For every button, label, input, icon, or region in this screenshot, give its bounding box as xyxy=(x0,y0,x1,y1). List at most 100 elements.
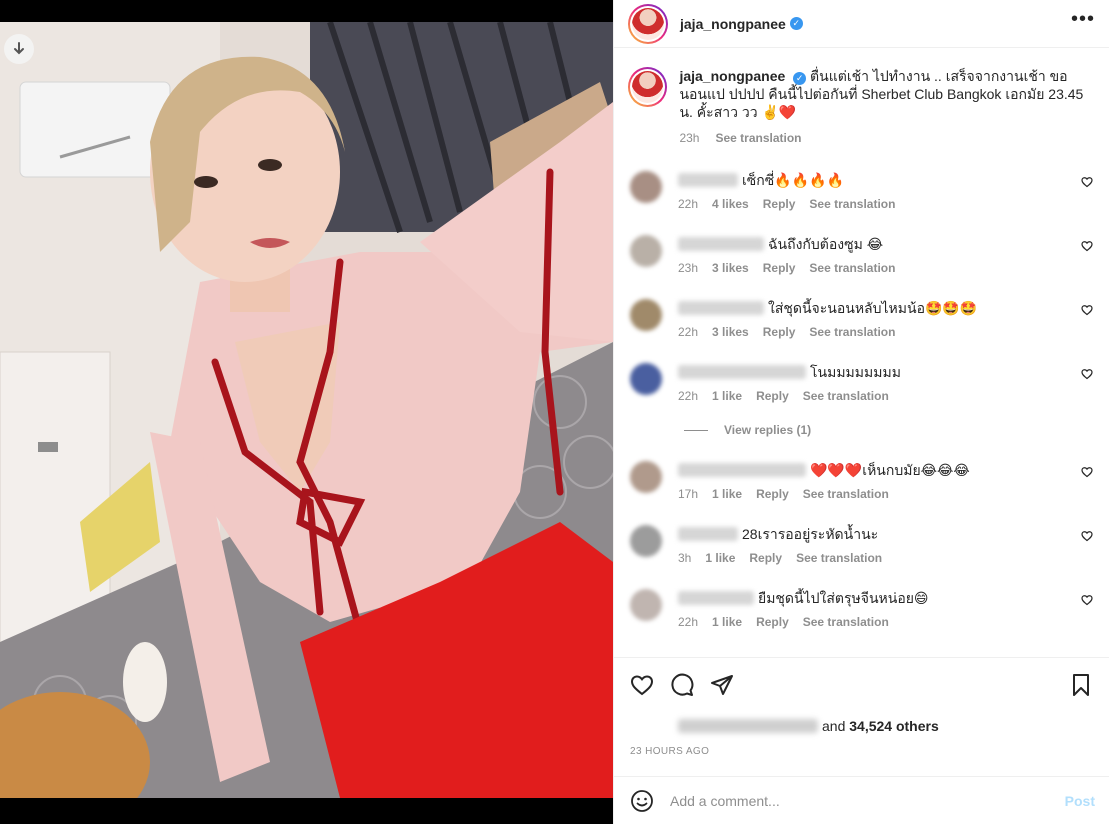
reply-button[interactable]: Reply xyxy=(756,615,789,629)
comment-likes[interactable]: 1 like xyxy=(712,389,742,403)
view-replies-link[interactable]: View replies (1) xyxy=(684,423,1093,437)
reply-button[interactable]: Reply xyxy=(749,551,782,565)
see-translation-link[interactable]: See translation xyxy=(715,129,801,147)
comment-like-heart-icon[interactable] xyxy=(1081,529,1093,545)
comment-username-blurred[interactable] xyxy=(678,463,806,477)
reply-button[interactable]: Reply xyxy=(756,487,789,501)
comment-username-blurred[interactable] xyxy=(678,527,738,541)
comment-username-blurred[interactable] xyxy=(678,365,806,379)
likes-summary[interactable]: and 34,524 others xyxy=(630,716,1093,736)
reply-button[interactable]: Reply xyxy=(763,197,796,211)
comment-likes[interactable]: 1 like xyxy=(705,551,735,565)
comment-text: ยืมชุดนี้ไปใส่ตรุษจีนหน่อย😄 xyxy=(758,590,929,606)
like-heart-icon[interactable] xyxy=(630,673,654,697)
comment-item: ยืมชุดนี้ไปใส่ตรุษจีนหน่อย😄 22h 1 like R… xyxy=(628,573,1093,629)
reply-button[interactable]: Reply xyxy=(756,389,789,403)
comment-text: 28เรารออยู่ระหัดน้ำนะ xyxy=(742,526,879,542)
comment-username-blurred[interactable] xyxy=(678,301,764,315)
comment-likes[interactable]: 3 likes xyxy=(712,261,749,275)
see-translation-link[interactable]: See translation xyxy=(803,615,889,629)
verified-badge-icon: ✓ xyxy=(793,71,807,85)
comment-text: ใส่ชุดนี้จะนอนหลับไหมน้อ🤩🤩🤩 xyxy=(768,300,978,316)
comment-time: 3h xyxy=(678,551,692,565)
comment-text: โนมมมมมมมม xyxy=(810,364,901,380)
see-translation-link[interactable]: See translation xyxy=(809,325,895,339)
comment-avatar[interactable] xyxy=(630,363,662,395)
comment-input[interactable] xyxy=(670,792,1065,809)
comment-avatar[interactable] xyxy=(630,171,662,203)
view-replies-label[interactable]: View replies (1) xyxy=(724,423,811,437)
comment-likes[interactable]: 1 like xyxy=(712,615,742,629)
photo-illustration xyxy=(0,22,613,798)
save-bookmark-icon[interactable] xyxy=(1069,673,1093,697)
comment-like-heart-icon[interactable] xyxy=(1081,239,1093,255)
comment-like-heart-icon[interactable] xyxy=(1081,593,1093,609)
comment-like-heart-icon[interactable] xyxy=(1081,465,1093,481)
more-options-icon[interactable]: ••• xyxy=(1071,8,1095,39)
post-username[interactable]: jaja_nongpanee ✓ xyxy=(680,16,803,32)
see-translation-link[interactable]: See translation xyxy=(809,261,895,275)
comment-username-blurred[interactable] xyxy=(678,591,754,605)
comment-like-heart-icon[interactable] xyxy=(1081,175,1093,191)
see-translation-link[interactable]: See translation xyxy=(796,551,882,565)
emoji-icon[interactable] xyxy=(630,789,654,813)
post-modal: jaja_nongpanee ✓ ••• jaja_nongpanee ✓ ตื… xyxy=(0,0,1109,824)
comment-text: เซ็กซี่🔥🔥🔥🔥 xyxy=(742,172,844,188)
comment-text: ฉันถึงกับต้องซูม 😂 xyxy=(768,236,884,252)
caption-time: 23h xyxy=(679,131,700,145)
see-translation-link[interactable]: See translation xyxy=(809,197,895,211)
comment-item: ใส่ชุดนี้จะนอนหลับไหมน้อ🤩🤩🤩 22h 3 likes … xyxy=(628,283,1093,339)
comment-time: 23h xyxy=(678,261,699,275)
verified-badge-icon: ✓ xyxy=(789,17,803,30)
comment-like-heart-icon[interactable] xyxy=(1081,367,1093,383)
liker-name-blurred xyxy=(678,719,818,733)
comment-item: ฉันถึงกับต้องซูม 😂 23h 3 likes Reply See… xyxy=(628,219,1093,275)
username-label[interactable]: jaja_nongpanee xyxy=(680,16,786,32)
post-side-panel: jaja_nongpanee ✓ ••• jaja_nongpanee ✓ ตื… xyxy=(613,0,1109,824)
download-icon[interactable] xyxy=(4,34,34,64)
comments-list[interactable]: jaja_nongpanee ✓ ตื่นแต่เช้า ไปทำงาน .. … xyxy=(614,57,1109,655)
comment-container: เซ็กซี่🔥🔥🔥🔥 22h 4 likes Reply See transl… xyxy=(628,155,1093,629)
reply-button[interactable]: Reply xyxy=(763,325,796,339)
avatar[interactable] xyxy=(628,3,668,44)
comment-username-blurred[interactable] xyxy=(678,237,764,251)
comment-item: 28เรารออยู่ระหัดน้ำนะ 3h 1 like Reply Se… xyxy=(628,509,1093,565)
action-bar xyxy=(630,658,1093,712)
post-actions-area: and 34,524 others 23 HOURS AGO xyxy=(614,657,1109,757)
caption-username[interactable]: jaja_nongpanee xyxy=(679,68,785,84)
comment-username-blurred[interactable] xyxy=(678,173,738,187)
comment-bubble-icon[interactable] xyxy=(670,673,694,697)
comment-avatar[interactable] xyxy=(630,461,662,493)
post-caption: jaja_nongpanee ✓ ตื่นแต่เช้า ไปทำงาน .. … xyxy=(628,57,1093,147)
comment-avatar[interactable] xyxy=(630,299,662,331)
comment-item: โนมมมมมมมม 22h 1 like Reply See translat… xyxy=(628,347,1093,403)
post-photo[interactable] xyxy=(0,22,613,798)
caption-avatar[interactable] xyxy=(628,67,668,107)
comment-like-heart-icon[interactable] xyxy=(1081,303,1093,319)
view-replies-line xyxy=(684,429,708,431)
reply-button[interactable]: Reply xyxy=(763,261,796,275)
comment-likes[interactable]: 3 likes xyxy=(712,325,749,339)
likes-and-label: and xyxy=(822,718,846,734)
comment-avatar[interactable] xyxy=(630,589,662,621)
see-translation-link[interactable]: See translation xyxy=(803,389,889,403)
comment-time: 22h xyxy=(678,197,699,211)
comment-time: 22h xyxy=(678,389,699,403)
comment-time: 22h xyxy=(678,325,699,339)
comment-avatar[interactable] xyxy=(630,235,662,267)
see-translation-link[interactable]: See translation xyxy=(803,487,889,501)
comment-avatar[interactable] xyxy=(630,525,662,557)
likes-count[interactable]: 34,524 others xyxy=(849,718,939,734)
comment-item: ❤️❤️❤️เห็นกบมัย😂😂😂 17h 1 like Reply See … xyxy=(628,445,1093,501)
comment-likes[interactable]: 4 likes xyxy=(712,197,749,211)
comment-likes[interactable]: 1 like xyxy=(712,487,742,501)
add-comment-bar: Post xyxy=(614,776,1109,824)
comment-time: 17h xyxy=(678,487,699,501)
liker-avatars xyxy=(630,716,670,736)
post-header: jaja_nongpanee ✓ ••• xyxy=(614,0,1109,48)
post-comment-button[interactable]: Post xyxy=(1065,793,1095,809)
comment-item: เซ็กซี่🔥🔥🔥🔥 22h 4 likes Reply See transl… xyxy=(628,155,1093,211)
comment-time: 22h xyxy=(678,615,699,629)
comment-text: ❤️❤️❤️เห็นกบมัย😂😂😂 xyxy=(810,462,970,478)
share-paper-plane-icon[interactable] xyxy=(710,673,734,697)
